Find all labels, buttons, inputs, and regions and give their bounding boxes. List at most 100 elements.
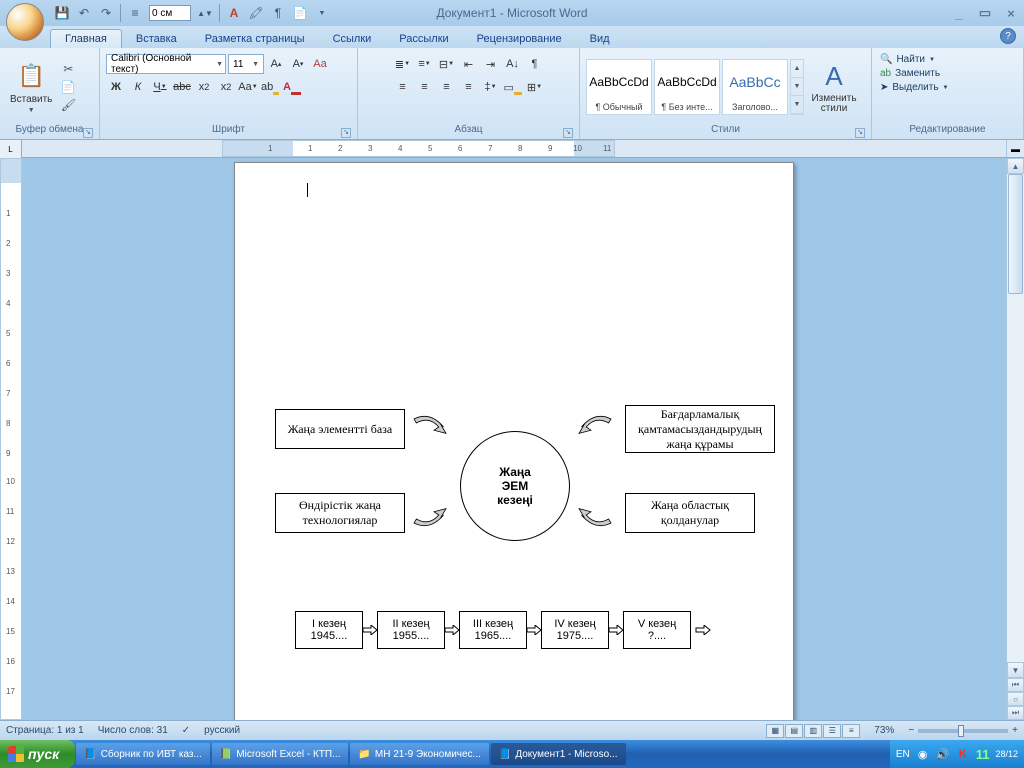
highlight-button[interactable]: ab xyxy=(260,77,280,97)
tray-lang[interactable]: EN xyxy=(896,749,910,760)
view-web-icon[interactable]: ▥ xyxy=(804,724,822,738)
tray-icon[interactable]: K xyxy=(956,747,970,761)
status-proofing-icon[interactable]: ✓ xyxy=(182,725,190,736)
tab-layout[interactable]: Разметка страницы xyxy=(191,30,319,48)
tab-review[interactable]: Рецензирование xyxy=(463,30,576,48)
change-case-button[interactable]: Aa▼ xyxy=(238,77,258,97)
redo-icon[interactable]: ↷ xyxy=(98,5,114,21)
next-page-icon[interactable]: ⏭ xyxy=(1007,706,1024,720)
find-button[interactable]: 🔍Найти ▼ xyxy=(880,54,935,65)
zoom-slider[interactable] xyxy=(918,729,1008,733)
stepper-icon[interactable]: ▲▼ xyxy=(197,5,213,21)
style-normal[interactable]: AaBbCcDd¶ Обычный xyxy=(586,59,652,115)
new-doc-icon[interactable]: 📄 xyxy=(292,5,308,21)
justify-icon[interactable]: ≡ xyxy=(459,77,479,97)
ruler-corner[interactable]: L xyxy=(0,140,22,158)
italic-button[interactable]: К xyxy=(128,77,148,97)
tab-insert[interactable]: Вставка xyxy=(122,30,191,48)
office-button[interactable] xyxy=(6,3,44,41)
taskbar-item[interactable]: 📘Документ1 - Microso... xyxy=(491,743,626,765)
select-button[interactable]: ➤Выделить ▼ xyxy=(880,82,948,93)
spacing-icon[interactable]: ≡ xyxy=(127,5,143,21)
view-outline-icon[interactable]: ☰ xyxy=(823,724,841,738)
superscript-button[interactable]: x2 xyxy=(216,77,236,97)
scroll-down-icon[interactable]: ▼ xyxy=(1007,662,1024,678)
tab-mailings[interactable]: Рассылки xyxy=(385,30,462,48)
increase-indent-icon[interactable]: ⇥ xyxy=(481,54,501,74)
align-right-icon[interactable]: ≡ xyxy=(437,77,457,97)
style-nospacing[interactable]: AaBbCcDd¶ Без инте... xyxy=(654,59,720,115)
start-button[interactable]: пуск xyxy=(0,740,75,768)
zoom-in-icon[interactable]: + xyxy=(1012,725,1018,736)
font-color-icon[interactable]: A xyxy=(226,5,242,21)
strike-button[interactable]: abc xyxy=(172,77,192,97)
style-heading1[interactable]: AaBbCcЗаголово... xyxy=(722,59,788,115)
horizontal-ruler[interactable]: 112 345 678 91011 121314 1519 xyxy=(222,140,615,157)
sort-icon[interactable]: A↓ xyxy=(503,54,523,74)
prev-page-icon[interactable]: ⏮ xyxy=(1007,678,1024,692)
tray-icon[interactable]: ◉ xyxy=(916,747,930,761)
underline-button[interactable]: Ч ▼ xyxy=(150,77,170,97)
zoom-out-icon[interactable]: − xyxy=(908,725,914,736)
show-marks-icon[interactable]: ¶ xyxy=(525,54,545,74)
view-print-icon[interactable]: ▦ xyxy=(766,724,784,738)
taskbar-item[interactable]: 📘Сборник по ИВТ каз... xyxy=(76,743,210,765)
font-color-button[interactable]: A xyxy=(282,77,302,97)
tray-clock[interactable]: 11 xyxy=(976,750,990,759)
view-draft-icon[interactable]: ≡ xyxy=(842,724,860,738)
tab-home[interactable]: Главная xyxy=(50,29,122,48)
tab-references[interactable]: Ссылки xyxy=(319,30,386,48)
cut-icon[interactable]: ✂ xyxy=(60,61,76,77)
replace-button[interactable]: abЗаменить xyxy=(880,68,940,79)
align-center-icon[interactable]: ≡ xyxy=(415,77,435,97)
bullets-icon[interactable]: ≣▼ xyxy=(393,54,413,74)
vertical-ruler[interactable]: 123 456 789 101112 131415 1617 xyxy=(0,158,22,720)
borders-icon[interactable]: ⊞▼ xyxy=(525,77,545,97)
change-styles-button[interactable]: A Изменить стили xyxy=(804,58,864,116)
launcher-icon[interactable]: ↘ xyxy=(855,128,865,138)
scroll-up-icon[interactable]: ▲ xyxy=(1007,158,1024,174)
qat-dd-icon[interactable]: ▼ xyxy=(314,5,330,21)
launcher-icon[interactable]: ↘ xyxy=(341,128,351,138)
launcher-icon[interactable]: ↘ xyxy=(563,128,573,138)
font-family-combo[interactable]: Calibri (Основной текст)▼ xyxy=(106,54,226,74)
restore-button[interactable]: ▭ xyxy=(976,6,994,20)
numbering-icon[interactable]: ≡▼ xyxy=(415,54,435,74)
taskbar-item[interactable]: 📗Microsoft Excel - КТП... xyxy=(212,743,349,765)
browse-object-icon[interactable]: ○ xyxy=(1007,692,1024,706)
tab-view[interactable]: Вид xyxy=(576,30,624,48)
tray-date[interactable]: 28/12 xyxy=(995,750,1018,759)
font-size-combo[interactable]: 11▼ xyxy=(228,54,264,74)
help-icon[interactable]: ? xyxy=(1000,28,1016,44)
status-words[interactable]: Число слов: 31 xyxy=(98,725,168,736)
status-page[interactable]: Страница: 1 из 1 xyxy=(6,725,84,736)
bold-button[interactable]: Ж xyxy=(106,77,126,97)
taskbar-item[interactable]: 📁МН 21-9 Экономичес... xyxy=(350,743,488,765)
subscript-button[interactable]: x2 xyxy=(194,77,214,97)
view-fullscreen-icon[interactable]: ▤ xyxy=(785,724,803,738)
undo-icon[interactable]: ↶ xyxy=(76,5,92,21)
save-icon[interactable]: 💾 xyxy=(54,5,70,21)
paste-button[interactable]: 📋 Вставить ▼ xyxy=(4,58,58,116)
format-painter-icon[interactable]: 🖌 xyxy=(60,97,76,113)
multilevel-icon[interactable]: ⊟▼ xyxy=(437,54,457,74)
status-language[interactable]: русский xyxy=(204,725,240,736)
styles-scroll[interactable]: ▲▼▼ xyxy=(790,59,804,115)
grow-font-icon[interactable]: A▴ xyxy=(266,54,286,74)
qat-measure-input[interactable] xyxy=(149,5,191,21)
decrease-indent-icon[interactable]: ⇤ xyxy=(459,54,479,74)
launcher-icon[interactable]: ↘ xyxy=(83,128,93,138)
scroll-thumb[interactable] xyxy=(1008,174,1023,294)
shrink-font-icon[interactable]: A▾ xyxy=(288,54,308,74)
ruler-toggle-icon[interactable]: ▬ xyxy=(1006,140,1024,157)
align-left-icon[interactable]: ≡ xyxy=(393,77,413,97)
clear-format-icon[interactable]: Aa xyxy=(310,54,330,74)
page[interactable]: ЖаңаЭЕМкезеңі Жаңа элементті база Бағдар… xyxy=(234,162,794,720)
paragraph-mark-icon[interactable]: ¶ xyxy=(270,5,286,21)
close-button[interactable]: × xyxy=(1002,6,1020,20)
shading-icon[interactable]: ▭ xyxy=(503,77,523,97)
status-zoom[interactable]: 73% xyxy=(874,725,894,736)
highlight-icon[interactable]: 🖍 xyxy=(248,5,264,21)
line-spacing-icon[interactable]: ‡▼ xyxy=(481,77,501,97)
copy-icon[interactable]: 📄 xyxy=(60,79,76,95)
